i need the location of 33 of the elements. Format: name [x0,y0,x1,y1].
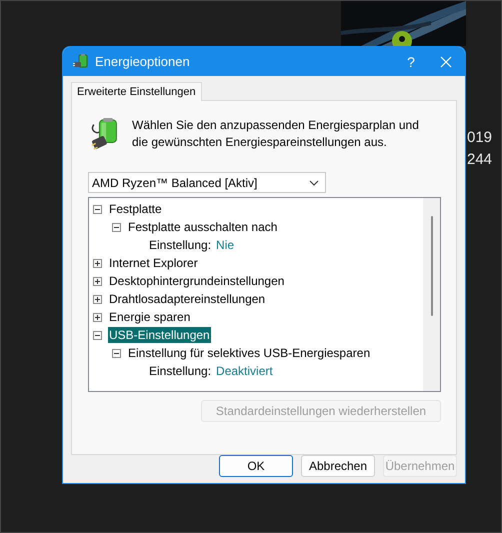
intro-text: Wählen Sie den anzupassenden Energiesparplan und die gewünschten Energiespareinstellungen aus. [132,117,420,151]
dialog-button[interactable]: OK [219,455,293,477]
expand-icon[interactable] [93,276,102,286]
expand-icon[interactable] [93,258,102,268]
tree-item[interactable]: Festplatte [108,201,163,217]
tree-item[interactable]: Drahtlosadaptereinstellungen [108,291,266,307]
setting-value[interactable]: Deaktiviert [216,364,273,378]
dialog-button[interactable]: Abbrechen [301,455,375,477]
plan-dropdown[interactable]: AMD Ryzen™ Balanced [Aktiv] [88,172,326,193]
tab[interactable]: Erweiterte Einstellungen [71,82,202,101]
window-title: Energieoptionen [95,54,191,69]
battery-plug-icon [73,54,89,70]
tree-item[interactable]: Internet Explorer [108,255,199,271]
desktop-text: 244 [467,151,492,168]
setting-label: Einstellung: [149,238,212,252]
tree-item[interactable]: USB-Einstellungen [108,327,211,343]
close-icon[interactable] [440,56,452,68]
collapse-icon[interactable] [112,222,121,232]
expand-icon[interactable] [93,312,102,322]
help-button[interactable]: ? [396,54,426,70]
desktop-text: 019 [467,129,492,146]
expand-icon[interactable] [93,294,102,304]
tree-item[interactable]: Einstellung für selektives USB-Energiesparen [127,345,372,361]
tree-item[interactable]: Festplatte ausschalten nach [127,219,278,235]
scrollbar[interactable] [423,198,440,391]
collapse-icon[interactable] [93,330,102,340]
collapse-icon[interactable] [93,204,102,214]
chevron-down-icon [309,180,319,186]
tree-item[interactable]: Energie sparen [108,309,192,325]
collapse-icon[interactable] [112,348,121,358]
tree-item[interactable]: Desktophintergrundeinstellungen [108,273,286,289]
setting-value[interactable]: Nie [216,238,234,252]
setting-label: Einstellung: [149,364,212,378]
